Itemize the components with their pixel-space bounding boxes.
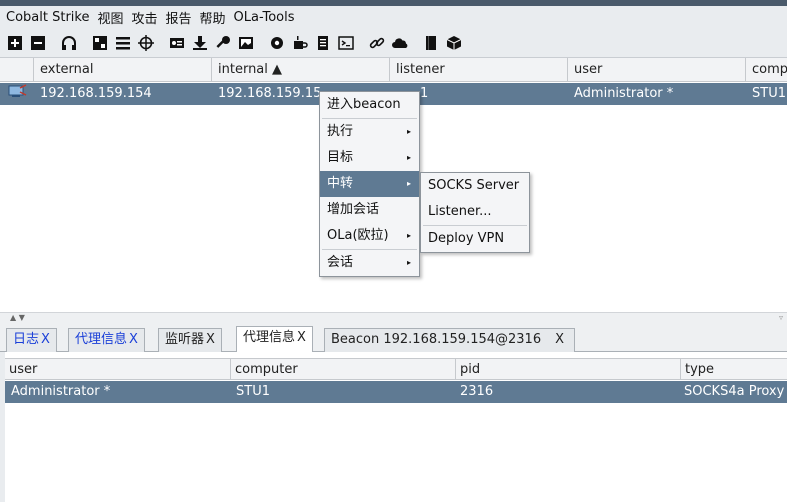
submenu-arrow-icon: ▸	[406, 153, 411, 162]
package-icon[interactable]	[444, 33, 464, 53]
menu-help[interactable]: 帮助	[200, 8, 226, 27]
column-computer[interactable]: comp	[746, 58, 787, 82]
tab-proxy-info-active[interactable]: 代理信息 X	[236, 326, 313, 353]
cell-external: 192.168.159.154	[40, 86, 152, 101]
cell-type: SOCKS4a Proxy	[684, 384, 785, 399]
menu-item-ola[interactable]: OLa(欧拉) ▸	[320, 223, 419, 249]
tab-close-button[interactable]: X	[297, 330, 306, 345]
tab-label: Beacon 192.168.159.154@2316	[331, 332, 542, 347]
menu-item-pivoting[interactable]: 中转 ▸	[320, 171, 419, 197]
book-icon[interactable]	[421, 33, 441, 53]
cell-computer: STU1	[236, 384, 270, 399]
splitter-grip-icon: ▿	[778, 313, 783, 322]
submenu-arrow-icon: ▸	[406, 231, 411, 240]
tab-beacon[interactable]: Beacon 192.168.159.154@2316 X	[324, 328, 575, 352]
cell-user: Administrator *	[11, 384, 111, 399]
sessions-table-header: external internal ▲ listener user comp	[0, 58, 787, 82]
headphones-icon[interactable]	[59, 33, 79, 53]
new-connection-icon[interactable]	[5, 33, 25, 53]
tab-event-log[interactable]: 日志 X	[6, 328, 57, 352]
proxy-table-header: user computer pid type	[5, 358, 787, 380]
menu-item-label: 会话	[327, 255, 354, 270]
pane-splitter[interactable]: ▲ ▼ ▿	[0, 312, 787, 324]
toolbar	[0, 28, 787, 58]
proxy-row[interactable]: Administrator * STU1 2316 SOCKS4a Proxy	[5, 381, 787, 403]
coffee-icon[interactable]	[290, 33, 310, 53]
script-icon[interactable]	[313, 33, 333, 53]
tab-close-button[interactable]: X	[129, 332, 138, 347]
menu-item-label: 执行	[327, 124, 354, 139]
column-external[interactable]: external	[34, 58, 212, 82]
menu-cobalt-strike[interactable]: Cobalt Strike	[6, 10, 89, 25]
menu-item-session[interactable]: 会话 ▸	[320, 250, 419, 276]
menu-item-socks-server[interactable]: SOCKS Server	[421, 173, 529, 199]
cell-pid: 2316	[460, 384, 494, 399]
menu-ola-tools[interactable]: OLa-Tools	[234, 10, 295, 25]
tab-close-button[interactable]: X	[555, 332, 564, 347]
session-context-menu: 进入beacon 执行 ▸ 目标 ▸ 中转 ▸ 增加会话 OLa(欧拉) ▸ 会话 ▸	[319, 91, 420, 277]
pivot-graph-icon[interactable]	[90, 33, 110, 53]
column-type[interactable]: type	[681, 359, 787, 380]
column-user[interactable]: user	[5, 359, 231, 380]
cell-internal: 192.168.159.15	[218, 86, 322, 101]
downloads-icon[interactable]	[190, 33, 210, 53]
pivoting-submenu: SOCKS Server Listener... Deploy VPN	[420, 172, 530, 253]
tab-listeners[interactable]: 监听器 X	[158, 328, 222, 352]
menu-item-execute[interactable]: 执行 ▸	[320, 119, 419, 145]
screenshots-icon[interactable]	[236, 33, 256, 53]
link-icon[interactable]	[367, 33, 387, 53]
icon-column-header[interactable]	[0, 58, 34, 82]
settings-icon[interactable]	[267, 33, 287, 53]
collapse-arrows-icon[interactable]: ▲ ▼	[10, 313, 25, 322]
tab-proxy-info[interactable]: 代理信息 X	[68, 328, 145, 352]
menu-attack[interactable]: 攻击	[131, 8, 157, 27]
cloud-icon[interactable]	[390, 33, 410, 53]
console-icon[interactable]	[336, 33, 356, 53]
menu-item-spawn[interactable]: 增加会话	[320, 197, 419, 223]
menu-item-deploy-vpn[interactable]: Deploy VPN	[421, 226, 529, 252]
keystrokes-icon[interactable]	[213, 33, 233, 53]
menu-view[interactable]: 视图	[97, 8, 123, 27]
tab-label: 代理信息	[75, 332, 128, 347]
column-pid[interactable]: pid	[456, 359, 681, 380]
column-listener[interactable]: listener	[390, 58, 568, 82]
submenu-arrow-icon: ▸	[406, 127, 411, 136]
session-table-icon[interactable]	[113, 33, 133, 53]
targets-icon[interactable]	[136, 33, 156, 53]
menu-item-listener[interactable]: Listener...	[421, 199, 529, 225]
credentials-icon[interactable]	[167, 33, 187, 53]
cell-user: Administrator *	[574, 86, 674, 101]
menu-item-label: 目标	[327, 150, 354, 165]
proxy-table: user computer pid type Administrator * S…	[0, 352, 787, 502]
menu-item-label: OLa(欧拉)	[327, 228, 389, 243]
column-internal[interactable]: internal ▲	[212, 58, 390, 82]
submenu-arrow-icon: ▸	[406, 258, 411, 267]
column-user[interactable]: user	[568, 58, 746, 82]
menu-reporting[interactable]: 报告	[166, 8, 192, 27]
menu-item-interact[interactable]: 进入beacon	[320, 92, 419, 118]
tab-label: 监听器	[165, 332, 205, 347]
cell-computer: STU1	[752, 86, 786, 101]
menu-item-explore[interactable]: 目标 ▸	[320, 145, 419, 171]
column-computer[interactable]: computer	[231, 359, 456, 380]
beacon-session-icon	[8, 83, 28, 105]
tab-close-button[interactable]: X	[41, 332, 50, 347]
cell-listener: 1	[420, 86, 429, 101]
menu-bar: Cobalt Strike 视图 攻击 报告 帮助 OLa-Tools	[0, 6, 787, 28]
tab-bar: 日志 X 代理信息 X 监听器 X 代理信息 X Beacon 192.168.159.…	[0, 324, 787, 353]
tab-label: 日志	[13, 332, 40, 347]
tab-label: 代理信息	[243, 330, 296, 345]
disconnect-icon[interactable]	[28, 33, 48, 53]
menu-item-label: 中转	[327, 176, 354, 191]
submenu-arrow-icon: ▸	[406, 179, 411, 188]
tab-close-button[interactable]: X	[206, 332, 215, 347]
